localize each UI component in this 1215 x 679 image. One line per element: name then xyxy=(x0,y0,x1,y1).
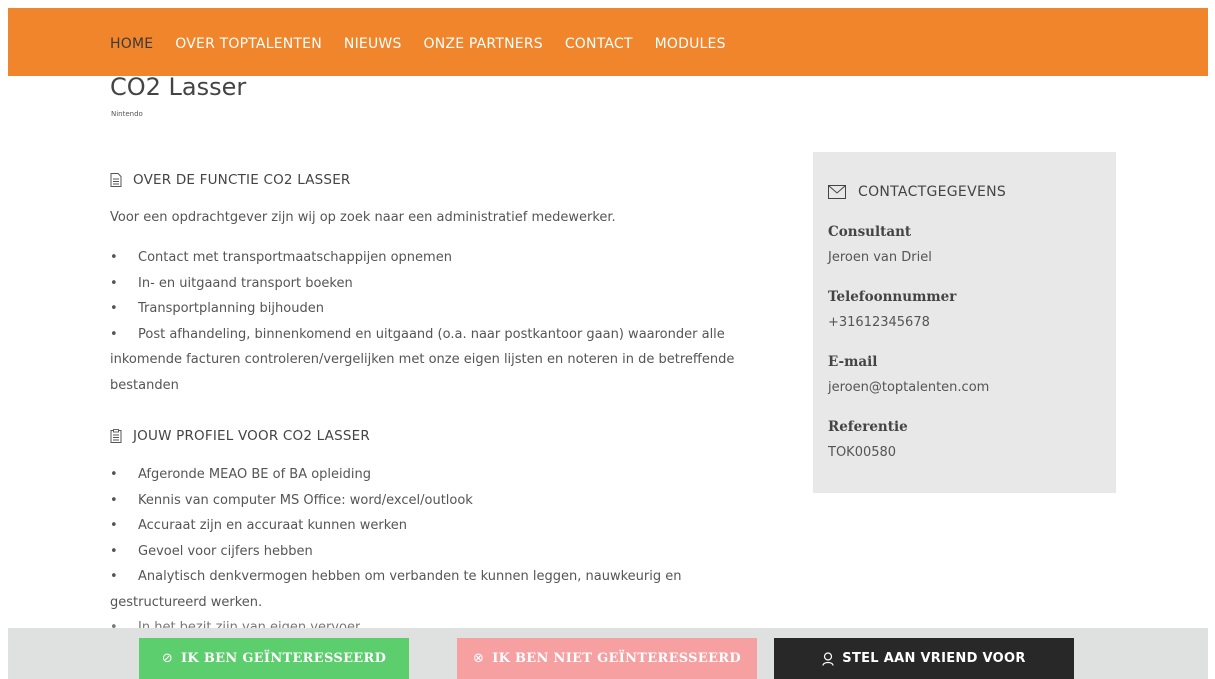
interested-button-label: IK BEN GEÏNTERESSEERD xyxy=(181,651,387,666)
nav-onze-partners[interactable]: ONZE PARTNERS xyxy=(424,35,543,53)
interested-button[interactable]: ⊘ IK BEN GEÏNTERESSEERD xyxy=(139,638,409,679)
page-title: CO2 Lasser xyxy=(110,73,247,101)
reference-label: Referentie xyxy=(828,419,908,435)
list-item: • Analytisch denkvermogen hebben om verba… xyxy=(110,569,682,584)
list-item: • Contact met transportmaatschappijen opn… xyxy=(110,250,452,265)
list-item-continuation: inkomende facturen controleren/vergelijk… xyxy=(110,352,735,367)
phone-value[interactable]: +31612345678 xyxy=(828,315,930,330)
list-item: • Post afhandeling, binnenkomend en uitga… xyxy=(110,326,725,342)
document-icon xyxy=(110,173,122,187)
not-interested-button-label: IK BEN NIET GEÏNTERESSEERD xyxy=(492,651,741,666)
profile-heading: JOUW PROFIEL VOOR CO2 LASSER xyxy=(110,428,370,444)
not-interested-button[interactable]: ⊗ IK BEN NIET GEÏNTERESSEERD xyxy=(457,638,757,679)
nav-contact[interactable]: CONTACT xyxy=(565,35,633,53)
email-value[interactable]: jeroen@toptalenten.com xyxy=(828,380,989,395)
profile-list: • Afgeronde MEAO BE of BA opleiding • Kenn… xyxy=(110,462,790,615)
about-list: • Contact met transportmaatschappijen opn… xyxy=(110,245,790,398)
user-icon xyxy=(822,651,834,666)
main-nav: HOME OVER TOPTALENTEN NIEUWS ONZE PARTNE… xyxy=(110,35,748,53)
contact-heading: CONTACTGEGEVENS xyxy=(828,184,1006,200)
about-intro: Voor een opdrachtgever zijn wij op zoek … xyxy=(110,210,616,225)
profile-heading-text: JOUW PROFIEL VOOR CO2 LASSER xyxy=(133,428,370,444)
phone-label: Telefoonnummer xyxy=(828,289,957,305)
about-heading: OVER DE FUNCTIE CO2 LASSER xyxy=(110,172,351,188)
recommend-friend-button[interactable]: STEL AAN VRIEND VOOR xyxy=(774,638,1074,679)
contact-heading-text: CONTACTGEGEVENS xyxy=(858,184,1007,200)
list-item-continuation: gestructureerd werken. xyxy=(110,594,263,610)
list-item-partial: • In het bezit zijn van eigen vervoer xyxy=(110,620,361,628)
recommend-button-label: STEL AAN VRIEND VOOR xyxy=(842,651,1026,666)
nav-modules[interactable]: MODULES xyxy=(655,35,726,53)
reference-value: TOK00580 xyxy=(828,445,897,460)
list-item: • Transportplanning bijhouden xyxy=(110,301,324,316)
nav-nieuws[interactable]: NIEUWS xyxy=(344,35,402,53)
envelope-icon xyxy=(828,185,846,199)
nav-over-toptalenten[interactable]: OVER TOPTALENTEN xyxy=(175,35,322,53)
list-item: • Kennis van computer MS Office: word/exc… xyxy=(110,492,473,508)
top-navigation-bar: HOME OVER TOPTALENTEN NIEUWS ONZE PARTNE… xyxy=(8,8,1208,76)
email-label: E-mail xyxy=(828,354,878,370)
consultant-label: Consultant xyxy=(828,224,912,240)
list-item: • Accuraat zijn en accuraat kunnen werken xyxy=(110,518,407,533)
consultant-name: Jeroen van Driel xyxy=(828,250,932,265)
nav-home[interactable]: HOME xyxy=(110,35,153,53)
list-item: • Gevoel voor cijfers hebben xyxy=(110,543,313,559)
clipboard-icon xyxy=(110,429,122,443)
company-name: Nintendo xyxy=(111,110,143,118)
close-circle-icon: ⊗ xyxy=(473,651,485,666)
list-item: • Afgeronde MEAO BE of BA opleiding xyxy=(110,467,372,482)
about-heading-text: OVER DE FUNCTIE CO2 LASSER xyxy=(133,172,351,188)
check-circle-icon: ⊘ xyxy=(161,651,174,666)
list-item-continuation: bestanden xyxy=(110,377,179,393)
list-item: • In- en uitgaand transport boeken xyxy=(110,275,353,291)
contact-sidebar: CONTACTGEGEVENS Consultant Jeroen van Dr… xyxy=(813,152,1116,493)
